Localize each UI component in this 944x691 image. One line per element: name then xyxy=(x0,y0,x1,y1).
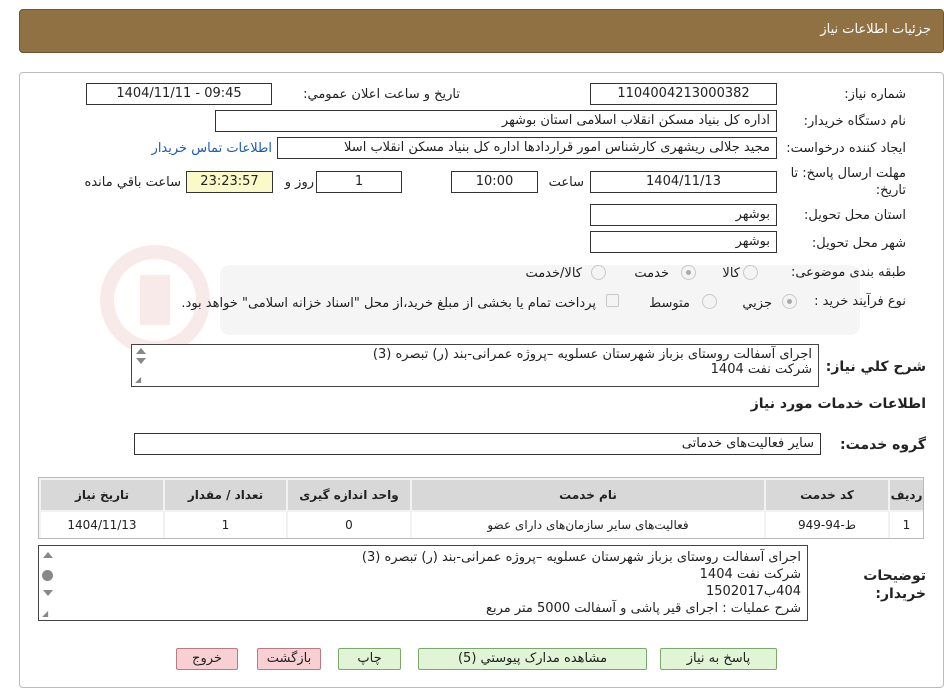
scroll-down-icon[interactable] xyxy=(43,590,53,596)
col-header-quantity: تعداد / مقدار xyxy=(165,480,286,510)
scroll-up-icon[interactable] xyxy=(136,348,146,354)
scroll-thumb[interactable] xyxy=(42,570,53,581)
cell-service-name: فعاليت‌های ساير سازمان‌های دارای عضو xyxy=(412,512,764,538)
province-label: استان محل تحويل: xyxy=(804,208,906,223)
process-option-medium: متوسط xyxy=(649,296,690,311)
attachments-button[interactable]: مشاهده مدارک پيوستي (5) xyxy=(418,648,647,670)
col-header-need-date: تاريخ نياز xyxy=(41,480,163,510)
table-header-row: رديف کد خدمت نام خدمت واحد اندازه گيری ت… xyxy=(39,480,923,510)
deadline-time-field[interactable]: 10:00 xyxy=(451,171,538,193)
process-label: نوع فرآيند خريد : xyxy=(814,294,906,309)
process-radio-minor[interactable] xyxy=(782,294,797,309)
print-button[interactable]: چاپ xyxy=(338,648,401,670)
creator-field[interactable]: مجید جلالی ریشهری کارشناس امور قراردادها… xyxy=(277,137,777,159)
category-option-service: خدمت xyxy=(634,266,669,281)
province-field[interactable]: بوشهر xyxy=(590,204,777,226)
buyer-org-field[interactable]: اداره کل بنياد مسکن انقلاب اسلامی استان … xyxy=(215,110,777,132)
reply-button[interactable]: پاسخ به نياز xyxy=(660,648,777,670)
deadline-time-label: ساعت xyxy=(548,175,584,190)
payment-note: پرداخت تمام يا بخشی از مبلغ خريد،از محل … xyxy=(181,296,596,311)
scroll-up-icon[interactable] xyxy=(43,552,53,558)
description-line: اجرای آسفالت روستای بزباز شهرستان عسلویه… xyxy=(372,347,812,362)
cell-quantity: 1 xyxy=(165,512,286,538)
days-label: روز و xyxy=(284,175,314,190)
buyer-contact-link[interactable]: اطلاعات تماس خريدار xyxy=(152,141,272,156)
exit-button[interactable]: خروج xyxy=(176,648,238,670)
category-option-goods: کالا xyxy=(722,266,740,281)
buyer-notes-line: شرح عملیات : اجرای قیر پاشی و آسفالت 500… xyxy=(486,601,801,616)
remaining-time-field: 23:23:57 xyxy=(186,171,273,193)
cell-unit: 0 xyxy=(288,512,410,538)
description-textarea[interactable]: اجرای آسفالت روستای بزباز شهرستان عسلویه… xyxy=(131,344,819,387)
buyer-notes-scrollbar[interactable]: ◢ xyxy=(39,546,55,620)
col-header-row-number: رديف xyxy=(890,480,923,510)
service-group-field[interactable]: ساير فعاليت‌های خدماتی xyxy=(134,433,821,455)
deadline-label-date: تاريخ: xyxy=(875,183,906,198)
description-line: شرکت نفت 1404 xyxy=(710,362,812,377)
resize-grip-icon[interactable]: ◢ xyxy=(42,610,48,618)
city-label: شهر محل تحويل: xyxy=(811,236,906,251)
process-radio-medium[interactable] xyxy=(702,294,717,309)
category-option-goods-service: کالا/خدمت xyxy=(525,266,582,281)
category-radio-goods[interactable] xyxy=(743,265,758,280)
col-header-service-name: نام خدمت xyxy=(412,480,764,510)
buyer-notes-label-2: خريدار: xyxy=(875,586,926,602)
deadline-date-field[interactable]: 1404/11/13 xyxy=(590,171,777,193)
buyer-notes-line: 404ب1502017 xyxy=(706,584,801,599)
buyer-notes-label: توضيحات xyxy=(863,568,926,584)
category-label: طبقه بندی موضوعی: xyxy=(790,265,906,280)
category-radio-service[interactable] xyxy=(681,265,696,280)
col-header-service-code: کد خدمت xyxy=(766,480,888,510)
city-field[interactable]: بوشهر xyxy=(590,231,777,253)
need-number-field[interactable]: 1104004213000382 xyxy=(590,83,777,105)
col-header-unit: واحد اندازه گيری xyxy=(288,480,410,510)
cell-need-date: 1404/11/13 xyxy=(41,512,163,538)
deadline-label: مهلت ارسال پاسخ: تا xyxy=(790,166,906,181)
service-group-label: گروه خدمت: xyxy=(840,437,926,453)
need-number-label: شماره نياز: xyxy=(844,87,906,102)
creator-label: ايجاد کننده درخواست: xyxy=(786,141,906,156)
table-row: 1 ط-94-949 فعاليت‌های ساير سازمان‌های دا… xyxy=(39,512,923,538)
cell-service-code: ط-94-949 xyxy=(766,512,888,538)
services-table: رديف کد خدمت نام خدمت واحد اندازه گيری ت… xyxy=(38,477,924,539)
buyer-notes-line: شرکت نفت 1404 xyxy=(699,567,801,582)
services-title: اطلاعات خدمات مورد نياز xyxy=(750,396,926,412)
description-label: شرح کلي نياز: xyxy=(825,359,926,375)
page-title: جزئیات اطلاعات نیاز xyxy=(820,22,931,37)
payment-checkbox[interactable] xyxy=(606,294,619,307)
page-header: جزئیات اطلاعات نیاز xyxy=(19,9,944,53)
scroll-down-icon[interactable] xyxy=(136,358,146,364)
category-radio-goods-service[interactable] xyxy=(591,265,606,280)
process-option-minor: جزيي xyxy=(742,296,772,311)
buyer-org-label: نام دستگاه خريدار: xyxy=(803,114,906,129)
announce-label: تاريخ و ساعت اعلان عمومي: xyxy=(303,87,460,102)
cell-row-number: 1 xyxy=(890,512,923,538)
resize-grip-icon[interactable]: ◢ xyxy=(135,376,141,384)
days-field[interactable]: 1 xyxy=(316,171,402,193)
remaining-label: ساعت باقي مانده xyxy=(84,175,181,190)
description-scrollbar[interactable]: ◢ xyxy=(132,345,148,386)
buyer-notes-line: اجرای آسفالت روستای بزباز شهرستان عسلویه… xyxy=(361,550,801,565)
back-button[interactable]: بازگشت xyxy=(257,648,321,670)
announce-field[interactable]: 1404/11/11 - 09:45 xyxy=(86,83,272,105)
buyer-notes-textarea[interactable]: اجرای آسفالت روستای بزباز شهرستان عسلویه… xyxy=(38,545,808,621)
